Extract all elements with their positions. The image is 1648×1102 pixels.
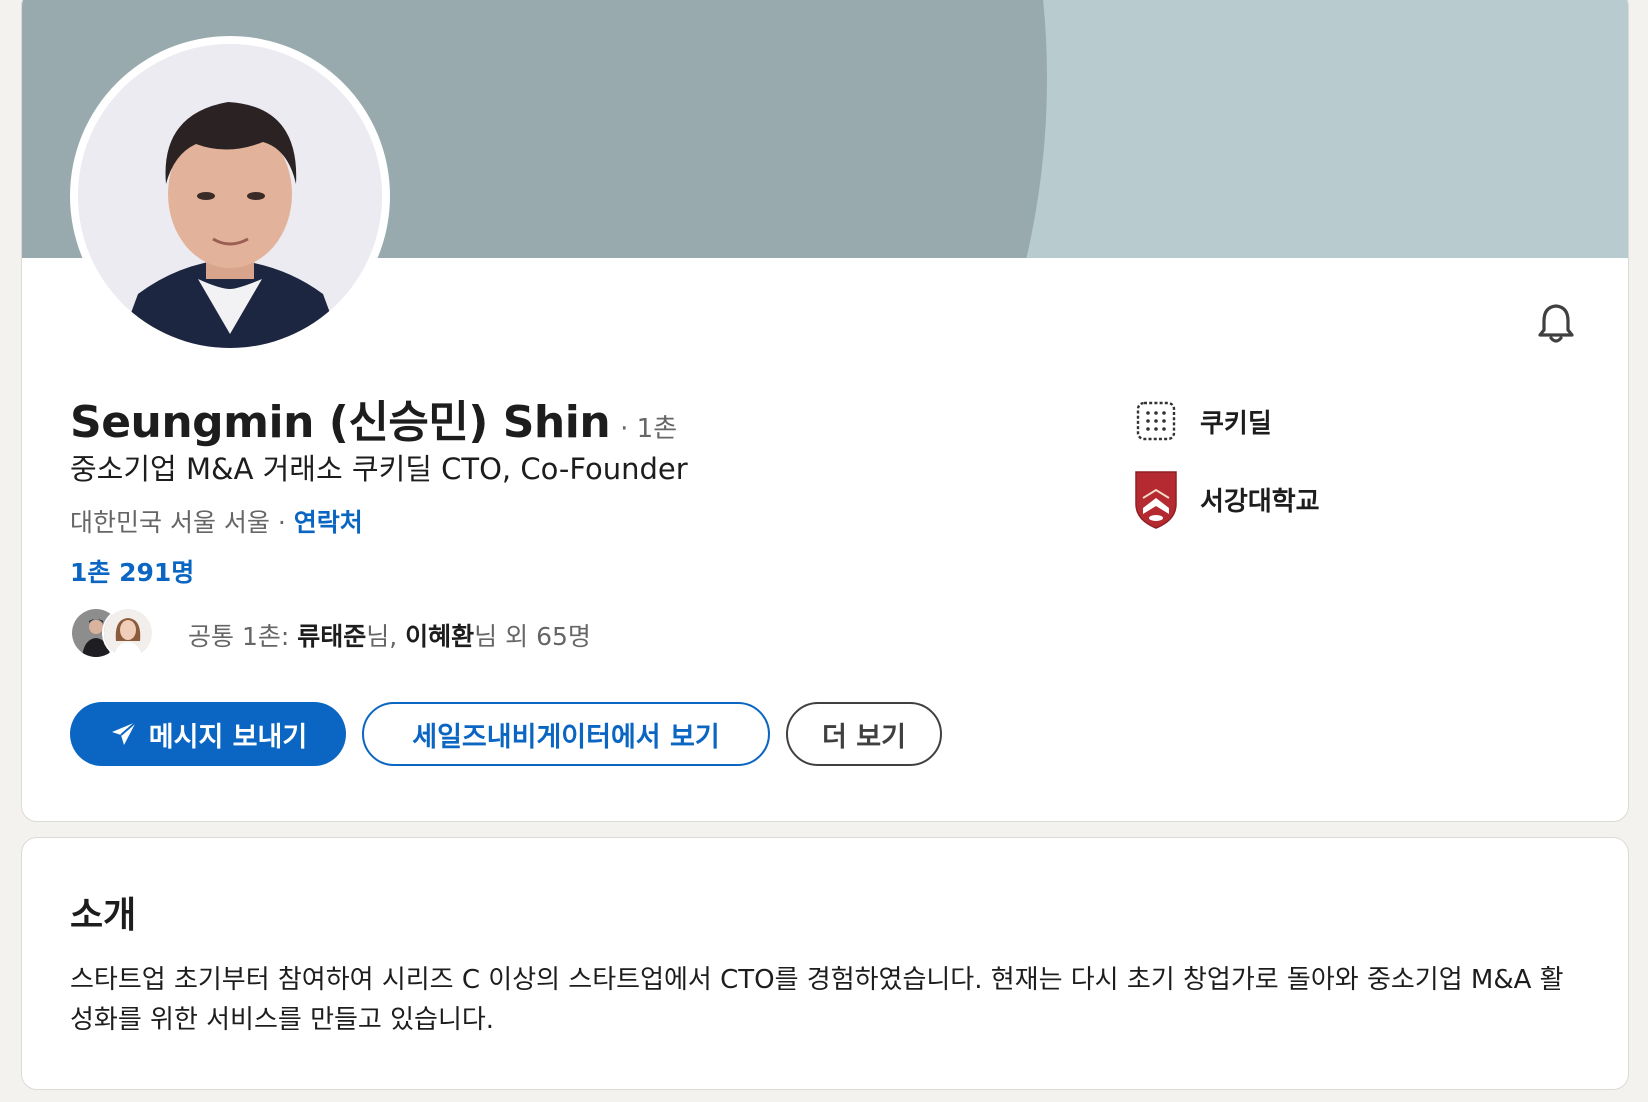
mutual-avatar-2	[102, 607, 154, 659]
mutual-connections-text: 공통 1촌: 류태준님, 이혜환님 외 65명	[188, 617, 591, 653]
mutual-prefix: 공통 1촌:	[188, 622, 298, 651]
send-message-button[interactable]: 메시지 보내기	[70, 702, 346, 766]
mutual-suffix-2: 님 외 65명	[474, 622, 591, 651]
location-row: 대한민국 서울 서울 · 연락처	[70, 503, 363, 539]
company-logo-icon	[1132, 391, 1180, 451]
more-button[interactable]: 더 보기	[786, 702, 942, 766]
profile-name: Seungmin (신승민) Shin	[70, 397, 611, 448]
school-crest-icon	[1132, 469, 1180, 529]
mutual-person-2: 이혜환	[405, 622, 475, 651]
about-text: 스타트업 초기부터 참여하여 시리즈 C 이상의 스타트업에서 CTO를 경험하…	[70, 965, 1564, 1035]
name-row: Seungmin (신승민) Shin · 1촌	[70, 386, 677, 450]
experience-education-summary: 쿠키딜 서강대학교	[1132, 391, 1320, 547]
profile-photo	[78, 44, 382, 348]
sales-navigator-button[interactable]: 세일즈내비게이터에서 보기	[362, 702, 770, 766]
about-title: 소개	[70, 895, 137, 936]
about-section: 소개 스타트업 초기부터 참여하여 시리즈 C 이상의 스타트업에서 CTO를 …	[21, 837, 1629, 1090]
mutual-suffix-1: 님,	[366, 622, 406, 651]
notification-bell-button[interactable]	[1532, 299, 1580, 347]
current-company-link[interactable]: 쿠키딜	[1132, 391, 1320, 451]
bell-icon	[1538, 304, 1574, 343]
profile-headline: 중소기업 M&A 거래소 쿠키딜 CTO, Co-Founder	[70, 452, 688, 486]
profile-actions: 메시지 보내기 세일즈내비게이터에서 보기 더 보기	[70, 702, 942, 766]
avatar[interactable]	[78, 44, 382, 348]
contact-info-link[interactable]: 연락처	[294, 508, 363, 537]
mutual-avatars	[70, 607, 174, 663]
mutual-connections[interactable]: 공통 1촌: 류태준님, 이혜환님 외 65명	[70, 607, 591, 663]
mutual-person-1: 류태준	[297, 622, 367, 651]
send-icon	[111, 721, 137, 745]
school-name: 서강대학교	[1200, 486, 1320, 517]
profile-card: Seungmin (신승민) Shin · 1촌 중소기업 M&A 거래소 쿠키…	[21, 0, 1629, 822]
location-text: 대한민국 서울 서울	[70, 508, 270, 537]
avatar-frame	[70, 36, 390, 356]
school-link[interactable]: 서강대학교	[1132, 469, 1320, 529]
connection-degree: · 1촌	[620, 414, 678, 444]
location-separator: ·	[269, 508, 294, 537]
connections-link[interactable]: 1촌 291명	[70, 553, 194, 589]
cover-shape-band	[1129, 0, 1628, 258]
company-name: 쿠키딜	[1200, 408, 1272, 439]
send-message-label: 메시지 보내기	[148, 721, 308, 753]
